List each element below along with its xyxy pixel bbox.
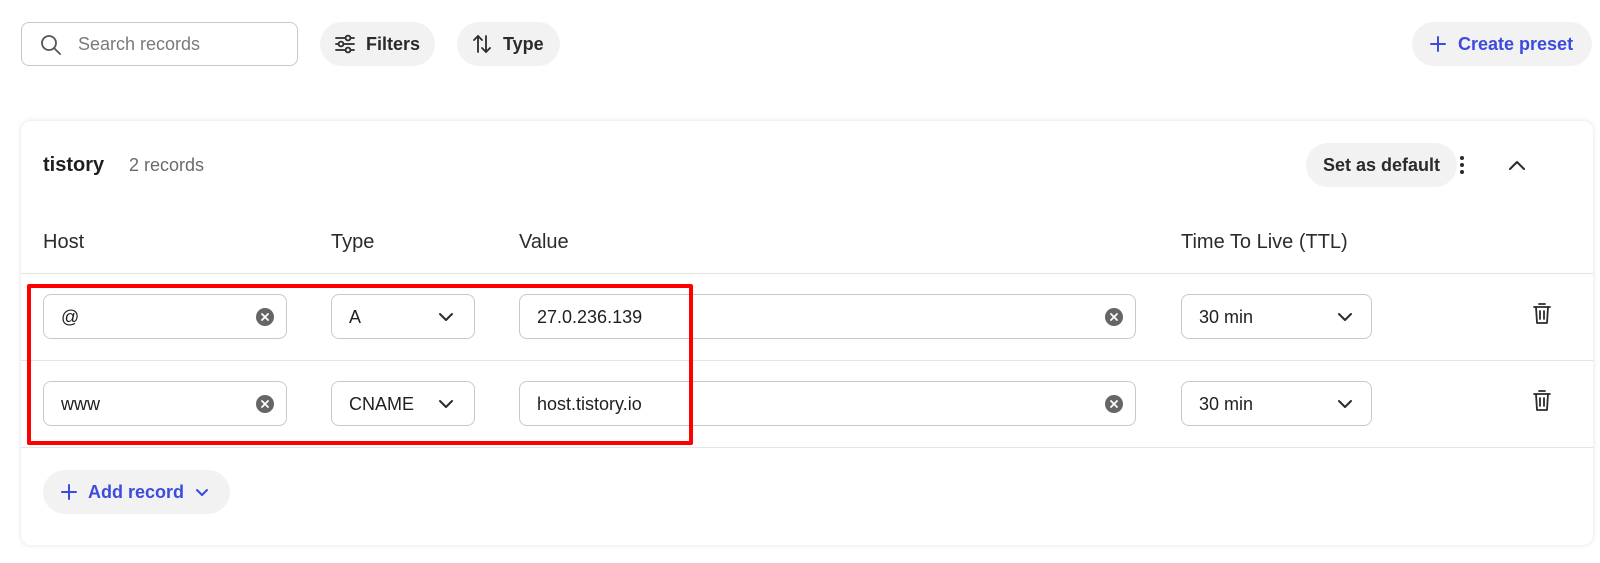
chevron-down-icon	[196, 489, 209, 496]
value-field[interactable]: host.tistory.io	[519, 381, 1136, 426]
column-header-value: Value	[519, 231, 569, 253]
type-value: CNAME	[349, 394, 415, 414]
filters-label: Filters	[366, 33, 421, 54]
ttl-value: 30 min	[1199, 394, 1254, 414]
ttl-select[interactable]: 30 min	[1181, 294, 1372, 339]
ttl-select[interactable]: 30 min	[1181, 381, 1372, 426]
record-count: 2 records	[129, 155, 205, 175]
table-row: @ A 27.0.236.139 30 min	[21, 273, 1593, 361]
chevron-down-icon	[1338, 400, 1352, 408]
clear-icon[interactable]	[255, 307, 275, 327]
sliders-icon	[335, 34, 355, 54]
type-value: A	[349, 307, 362, 327]
host-value: www	[61, 394, 100, 414]
collapse-button[interactable]	[1501, 149, 1533, 181]
chevron-down-icon	[1338, 313, 1352, 321]
host-field[interactable]: www	[43, 381, 287, 426]
value-field[interactable]: 27.0.236.139	[519, 294, 1136, 339]
trash-icon[interactable]	[1533, 303, 1551, 325]
chevron-down-icon	[439, 313, 453, 321]
value-text: host.tistory.io	[537, 394, 642, 414]
preset-card: tistory 2 records Set as default Host Ty…	[21, 121, 1593, 545]
search-box[interactable]	[21, 22, 298, 66]
table-row: www CNAME host.tistory.io 30 min	[21, 360, 1593, 448]
type-select[interactable]: A	[331, 294, 475, 339]
add-record-button[interactable]: Add record	[43, 470, 230, 514]
search-input[interactable]	[78, 31, 288, 57]
type-sort-button[interactable]: Type	[457, 22, 560, 66]
more-options-button[interactable]	[1446, 149, 1478, 181]
type-label: Type	[503, 33, 544, 54]
set-as-default-label: Set as default	[1322, 154, 1441, 175]
divider	[21, 447, 1593, 448]
value-text: 27.0.236.139	[537, 307, 643, 327]
add-record-label: Add record	[88, 481, 185, 502]
clear-icon[interactable]	[1104, 307, 1124, 327]
more-vertical-icon	[1460, 156, 1464, 174]
set-as-default-button[interactable]: Set as default	[1306, 143, 1457, 187]
type-select[interactable]: CNAME	[331, 381, 475, 426]
filters-button[interactable]: Filters	[320, 22, 435, 66]
host-value: @	[61, 307, 80, 327]
chevron-down-icon	[439, 400, 453, 408]
sort-icon	[473, 35, 491, 53]
search-icon	[41, 35, 61, 55]
ttl-value: 30 min	[1199, 307, 1254, 327]
create-preset-button[interactable]: Create preset	[1412, 22, 1592, 66]
trash-icon[interactable]	[1533, 390, 1551, 412]
clear-icon[interactable]	[255, 394, 275, 414]
chevron-up-icon	[1509, 161, 1525, 170]
plus-icon	[61, 484, 77, 500]
toolbar: Filters Type Create preset	[0, 0, 1600, 90]
create-preset-label: Create preset	[1458, 33, 1574, 54]
column-header-ttl: Time To Live (TTL)	[1181, 231, 1348, 253]
preset-name: tistory	[43, 154, 105, 176]
host-field[interactable]: @	[43, 294, 287, 339]
plus-icon	[1430, 36, 1446, 52]
clear-icon[interactable]	[1104, 394, 1124, 414]
column-header-host: Host	[43, 231, 85, 253]
column-header-type: Type	[331, 231, 375, 253]
